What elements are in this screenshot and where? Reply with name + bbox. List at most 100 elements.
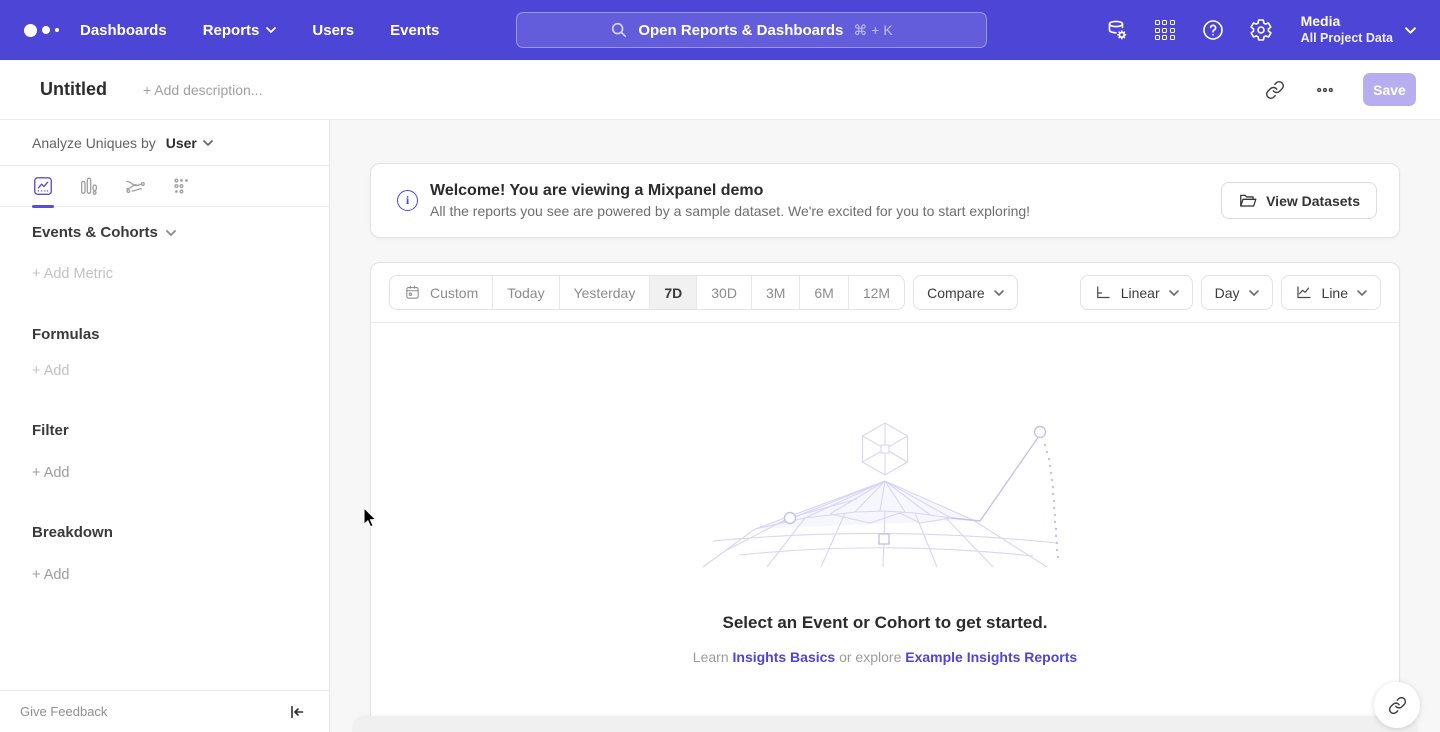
- global-search-button[interactable]: Open Reports & Dashboards ⌘ + K: [516, 12, 987, 48]
- chevron-down-icon: [203, 140, 213, 146]
- content-area: Analyze Uniques by User Events & Cohorts: [0, 120, 1440, 732]
- range-label: Yesterday: [574, 285, 636, 301]
- empty-state: Select an Event or Cohort to get started…: [371, 323, 1399, 665]
- settings-gear-icon[interactable]: [1249, 18, 1273, 42]
- logo-dot: [24, 24, 37, 37]
- range-label: 7D: [664, 285, 682, 301]
- scale-dropdown[interactable]: Linear: [1080, 275, 1193, 310]
- sidebar-footer: Give Feedback: [0, 690, 329, 732]
- filter-section-label: Filter: [32, 422, 69, 439]
- analyze-row: Analyze Uniques by User: [0, 120, 329, 166]
- range-custom[interactable]: Custom: [390, 276, 492, 309]
- project-selector[interactable]: Media All Project Data: [1301, 13, 1416, 46]
- banner-subtitle: All the reports you see are powered by a…: [430, 203, 1030, 219]
- search-shortcut: ⌘ + K: [853, 22, 892, 39]
- date-range-segmented-control: Custom Today Yesterday 7D 30D 3M 6M 12M: [389, 275, 905, 310]
- example-reports-link[interactable]: Example Insights Reports: [905, 649, 1077, 665]
- compare-dropdown[interactable]: Compare: [913, 275, 1018, 310]
- query-builder-sidebar: Analyze Uniques by User Events & Cohorts: [0, 120, 330, 732]
- empty-state-links: Learn Insights Basics or explore Example…: [693, 649, 1077, 665]
- chart-style-dropdown[interactable]: Line: [1281, 275, 1381, 310]
- range-3m[interactable]: 3M: [751, 276, 799, 309]
- tab-line-chart[interactable]: [32, 166, 54, 207]
- add-description-field[interactable]: + Add description...: [143, 82, 262, 98]
- range-label: 12M: [863, 285, 890, 301]
- chevron-down-icon: [166, 230, 176, 236]
- range-label: 6M: [814, 285, 833, 301]
- nav-reports[interactable]: Reports: [203, 22, 277, 39]
- empty-state-title: Select an Event or Cohort to get started…: [723, 613, 1048, 633]
- chevron-down-icon: [1405, 27, 1416, 34]
- help-icon[interactable]: [1201, 18, 1225, 42]
- range-7d[interactable]: 7D: [649, 276, 696, 309]
- nav-users[interactable]: Users: [312, 22, 354, 39]
- banner-title: Welcome! You are viewing a Mixpanel demo: [430, 182, 1030, 200]
- nav-label: Events: [390, 22, 439, 39]
- nav-events[interactable]: Events: [390, 22, 439, 39]
- welcome-banner: i Welcome! You are viewing a Mixpanel de…: [370, 163, 1400, 238]
- next-section-edge[interactable]: [352, 716, 1418, 732]
- range-label: Custom: [430, 285, 478, 301]
- add-breakdown-button[interactable]: + Add: [32, 567, 70, 583]
- tab-flow-chart[interactable]: [124, 166, 146, 207]
- logo-dot: [55, 28, 59, 32]
- compare-label: Compare: [927, 285, 985, 301]
- range-label: 30D: [711, 285, 737, 301]
- give-feedback-link[interactable]: Give Feedback: [20, 704, 107, 719]
- nav-label: Reports: [203, 22, 260, 39]
- search-icon: [610, 21, 628, 39]
- share-link-fab[interactable]: [1374, 682, 1420, 728]
- interval-label: Day: [1215, 285, 1240, 301]
- mixpanel-logo[interactable]: [24, 24, 68, 37]
- formulas-section-label: Formulas: [32, 326, 100, 343]
- learn-prefix: Learn: [693, 649, 729, 665]
- analyze-label: Analyze Uniques by: [32, 135, 156, 151]
- logo-dot: [42, 26, 50, 34]
- range-6m[interactable]: 6M: [799, 276, 847, 309]
- navbar-right: Media All Project Data: [1105, 0, 1416, 60]
- empty-state-illustration: [695, 419, 1075, 569]
- chevron-down-icon: [1169, 290, 1179, 296]
- more-options-icon[interactable]: [1313, 78, 1337, 102]
- report-header-actions: Save: [1263, 73, 1416, 106]
- linear-axis-icon: [1094, 284, 1112, 302]
- range-label: 3M: [766, 285, 785, 301]
- primary-nav: Dashboards Reports Users Events: [80, 22, 439, 39]
- line-chart-icon: [1295, 284, 1313, 302]
- range-today[interactable]: Today: [492, 276, 558, 309]
- search-placeholder: Open Reports & Dashboards: [638, 22, 843, 39]
- analyze-value: User: [166, 135, 197, 151]
- copy-link-icon[interactable]: [1263, 78, 1287, 102]
- nav-label: Users: [312, 22, 354, 39]
- range-label: Today: [507, 285, 544, 301]
- apps-grid-icon[interactable]: [1153, 18, 1177, 42]
- save-button[interactable]: Save: [1363, 73, 1416, 106]
- chevron-down-icon: [1357, 290, 1367, 296]
- analyze-by-dropdown[interactable]: User: [166, 135, 213, 151]
- project-scope: All Project Data: [1301, 31, 1393, 47]
- middle-text: or explore: [839, 649, 901, 665]
- tab-metric-grid[interactable]: [170, 166, 192, 207]
- range-12m[interactable]: 12M: [848, 276, 904, 309]
- range-30d[interactable]: 30D: [696, 276, 751, 309]
- chart-style-label: Line: [1322, 285, 1348, 301]
- main-panel: i Welcome! You are viewing a Mixpanel de…: [330, 120, 1440, 732]
- chevron-down-icon: [994, 290, 1004, 296]
- add-metric-button[interactable]: + Add Metric: [32, 266, 113, 282]
- view-datasets-button[interactable]: View Datasets: [1221, 182, 1377, 219]
- add-filter-button[interactable]: + Add: [32, 465, 70, 481]
- interval-dropdown[interactable]: Day: [1201, 275, 1273, 310]
- breakdown-section-label: Breakdown: [32, 524, 113, 541]
- nav-label: Dashboards: [80, 22, 167, 39]
- add-formula-button[interactable]: + Add: [32, 363, 70, 379]
- events-cohorts-section[interactable]: Events & Cohorts: [32, 224, 176, 241]
- chart-toolbar: Custom Today Yesterday 7D 30D 3M 6M 12M …: [371, 263, 1399, 323]
- insights-basics-link[interactable]: Insights Basics: [733, 649, 836, 665]
- data-management-icon[interactable]: [1105, 18, 1129, 42]
- chevron-down-icon: [266, 27, 276, 33]
- range-yesterday[interactable]: Yesterday: [559, 276, 650, 309]
- report-title[interactable]: Untitled: [40, 79, 107, 100]
- collapse-sidebar-icon[interactable]: [289, 704, 305, 720]
- nav-dashboards[interactable]: Dashboards: [80, 22, 167, 39]
- tab-bar-chart[interactable]: [78, 166, 100, 207]
